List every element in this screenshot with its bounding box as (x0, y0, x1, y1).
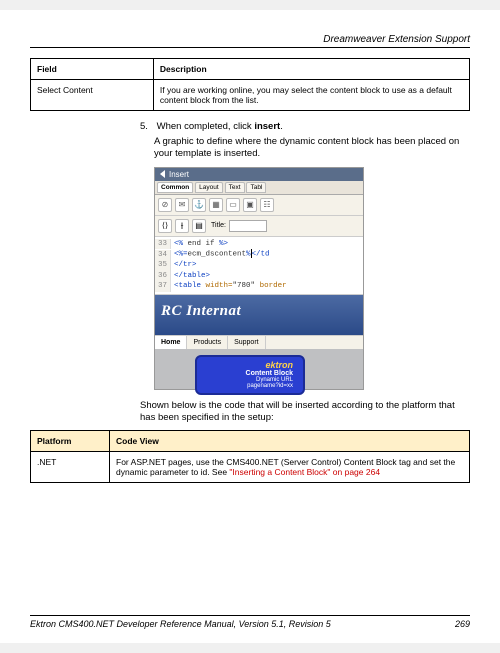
panel-header: Insert (155, 168, 363, 181)
media-icon[interactable]: ▣ (243, 198, 257, 212)
line-number: 35 (155, 260, 171, 271)
page-footer: Ektron CMS400.NET Developer Reference Ma… (30, 615, 470, 629)
line-number: 36 (155, 271, 171, 282)
table-header-platform: Platform (31, 431, 110, 452)
design-view-icon[interactable]: ▤ (192, 219, 206, 233)
cell-platform: .NET (31, 452, 110, 483)
placeholder-brand: ektron (207, 360, 293, 370)
paragraph-after-step: A graphic to define where the dynamic co… (154, 136, 470, 161)
content-column: 5. When completed, click insert. A graph… (140, 121, 470, 424)
step-5: 5. When completed, click insert. (140, 121, 470, 132)
placeholder-sub2: pagename?id=xx (207, 383, 293, 389)
step-suffix: . (280, 121, 283, 132)
split-view-icon[interactable]: ⫲ (175, 219, 189, 233)
cell-description: If you are working online, you may selec… (153, 80, 469, 111)
line-number: 37 (155, 281, 171, 292)
step-prefix: When completed, click (157, 121, 255, 132)
document-page: Dreamweaver Extension Support Field Desc… (0, 10, 500, 643)
collapse-triangle-icon (160, 170, 165, 178)
panel-tabs: Common Layout Text Tabl (155, 181, 363, 195)
date-icon[interactable]: ☷ (260, 198, 274, 212)
table-header-codeview: Code View (110, 431, 470, 452)
tab-common[interactable]: Common (157, 182, 193, 193)
hyperlink-icon[interactable]: ⊘ (158, 198, 172, 212)
preview-gray-area: ektron Content Block Dynamic URL pagenam… (155, 349, 363, 389)
cross-reference-link[interactable]: "Inserting a Content Block" on page 264 (229, 467, 380, 477)
tab-text[interactable]: Text (225, 182, 245, 193)
content-block-placeholder[interactable]: ektron Content Block Dynamic URL pagenam… (195, 355, 305, 395)
cell-codeview: For ASP.NET pages, use the CMS400.NET (S… (110, 452, 470, 483)
document-toolbar: ⟨⟩ ⫲ ▤ Title: (155, 216, 363, 237)
nav-products[interactable]: Products (187, 336, 228, 349)
footer-page-number: 269 (455, 619, 470, 629)
footer-manual-title: Ektron CMS400.NET Developer Reference Ma… (30, 619, 331, 629)
table-row: Select Content If you are working online… (31, 80, 470, 111)
platform-code-table: Platform Code View .NET For ASP.NET page… (30, 430, 470, 483)
email-icon[interactable]: ✉ (175, 198, 189, 212)
code-editor[interactable]: 33<% end if %> 34<%=ecm_dscontent%</td 3… (155, 237, 363, 295)
table-header-description: Description (153, 59, 469, 80)
panel-title: Insert (169, 170, 189, 179)
line-number: 33 (155, 239, 171, 250)
header-divider (30, 47, 470, 48)
image-icon[interactable]: ▭ (226, 198, 240, 212)
title-input[interactable] (229, 220, 267, 232)
step-number: 5. (140, 121, 154, 132)
nav-home[interactable]: Home (155, 336, 187, 349)
field-description-table: Field Description Select Content If you … (30, 58, 470, 111)
placeholder-title: Content Block (207, 370, 293, 377)
table-header-field: Field (31, 59, 154, 80)
nav-support[interactable]: Support (228, 336, 266, 349)
tab-layout[interactable]: Layout (195, 182, 223, 193)
title-label: Title: (211, 222, 226, 229)
line-number: 34 (155, 250, 171, 261)
table-row: .NET For ASP.NET pages, use the CMS400.N… (31, 452, 470, 483)
tab-tables[interactable]: Tabl (246, 182, 266, 193)
preview-navbar: Home Products Support (155, 335, 363, 349)
insert-toolbar: ⊘ ✉ ⚓ ▦ ▭ ▣ ☷ (155, 195, 363, 216)
step-text: When completed, click insert. (157, 121, 283, 132)
table-icon[interactable]: ▦ (209, 198, 223, 212)
preview-banner: RC Internat (155, 295, 363, 335)
step-bold: insert (254, 121, 280, 132)
paragraph-below-screenshot: Shown below is the code that will be ins… (140, 400, 470, 425)
code-view-icon[interactable]: ⟨⟩ (158, 219, 172, 233)
embedded-screenshot: Insert Common Layout Text Tabl ⊘ ✉ ⚓ ▦ ▭… (154, 167, 364, 390)
anchor-icon[interactable]: ⚓ (192, 198, 206, 212)
cell-field: Select Content (31, 80, 154, 111)
footer-divider (30, 615, 470, 616)
running-header: Dreamweaver Extension Support (30, 34, 470, 45)
